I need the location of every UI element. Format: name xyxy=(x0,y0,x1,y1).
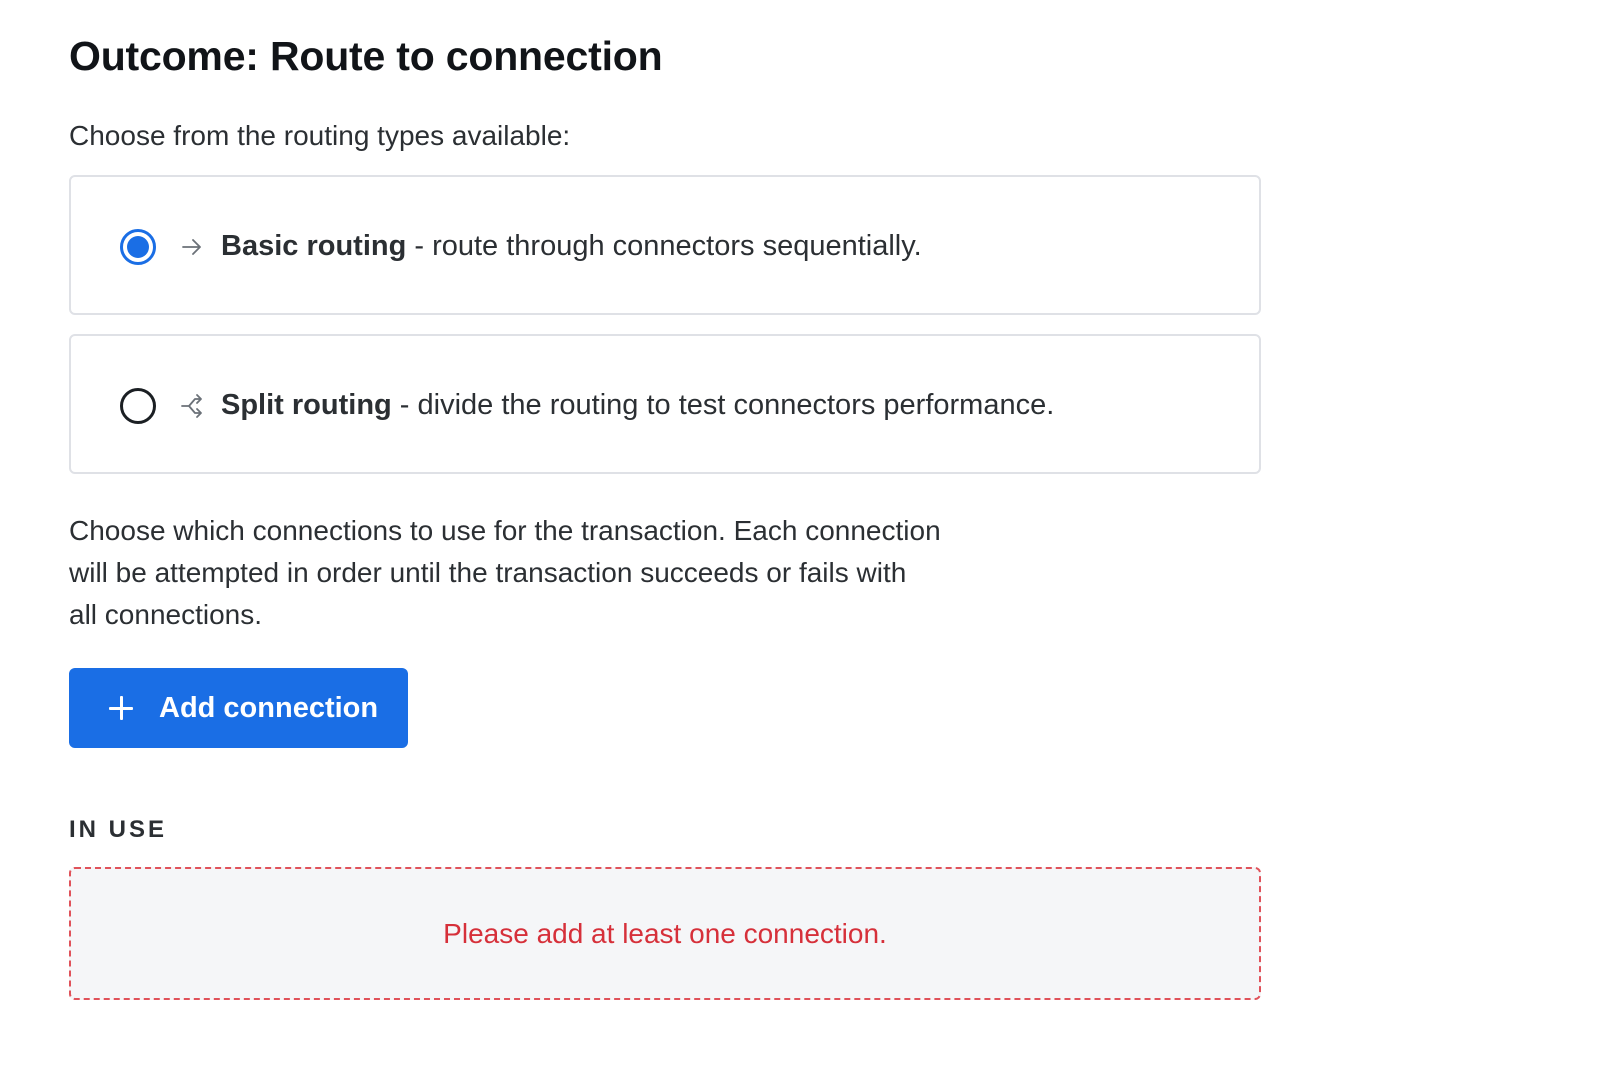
split-routing-radio[interactable] xyxy=(120,388,156,424)
arrow-right-icon xyxy=(182,239,201,255)
description-line: all connections. xyxy=(69,599,263,630)
split-routing-name: Split routing xyxy=(221,389,392,421)
basic-routing-text: Basic routing - route through connectors… xyxy=(221,227,922,265)
connections-description: Choose which connections to use for the … xyxy=(69,510,1069,636)
split-routing-option[interactable]: Split routing - divide the routing to te… xyxy=(69,334,1261,474)
page-title: Outcome: Route to connection xyxy=(69,33,663,79)
routing-types-prompt: Choose from the routing types available: xyxy=(69,120,571,151)
add-connection-label: Add connection xyxy=(159,691,379,724)
description-line: Choose which connections to use for the … xyxy=(69,515,941,546)
in-use-empty-state: Please add at least one connection. xyxy=(69,867,1261,1000)
basic-routing-description: - route through connectors sequentially. xyxy=(406,230,922,262)
basic-routing-option[interactable]: Basic routing - route through connectors… xyxy=(69,175,1261,315)
split-routing-description: - divide the routing to test connectors … xyxy=(391,389,1055,421)
route-to-connection-panel: Outcome: Route to connection Choose from… xyxy=(0,0,1618,1088)
basic-routing-radio[interactable] xyxy=(120,229,156,265)
split-routing-text: Split routing - divide the routing to te… xyxy=(221,386,1054,424)
split-arrows-icon xyxy=(181,394,202,418)
basic-routing-name: Basic routing xyxy=(221,230,407,262)
empty-state-message: Please add at least one connection. xyxy=(443,917,887,949)
description-line: will be attempted in order until the tra… xyxy=(69,557,907,588)
in-use-heading: IN USE xyxy=(69,816,168,843)
add-connection-button[interactable]: Add connection xyxy=(69,668,408,748)
plus-icon xyxy=(109,696,133,720)
